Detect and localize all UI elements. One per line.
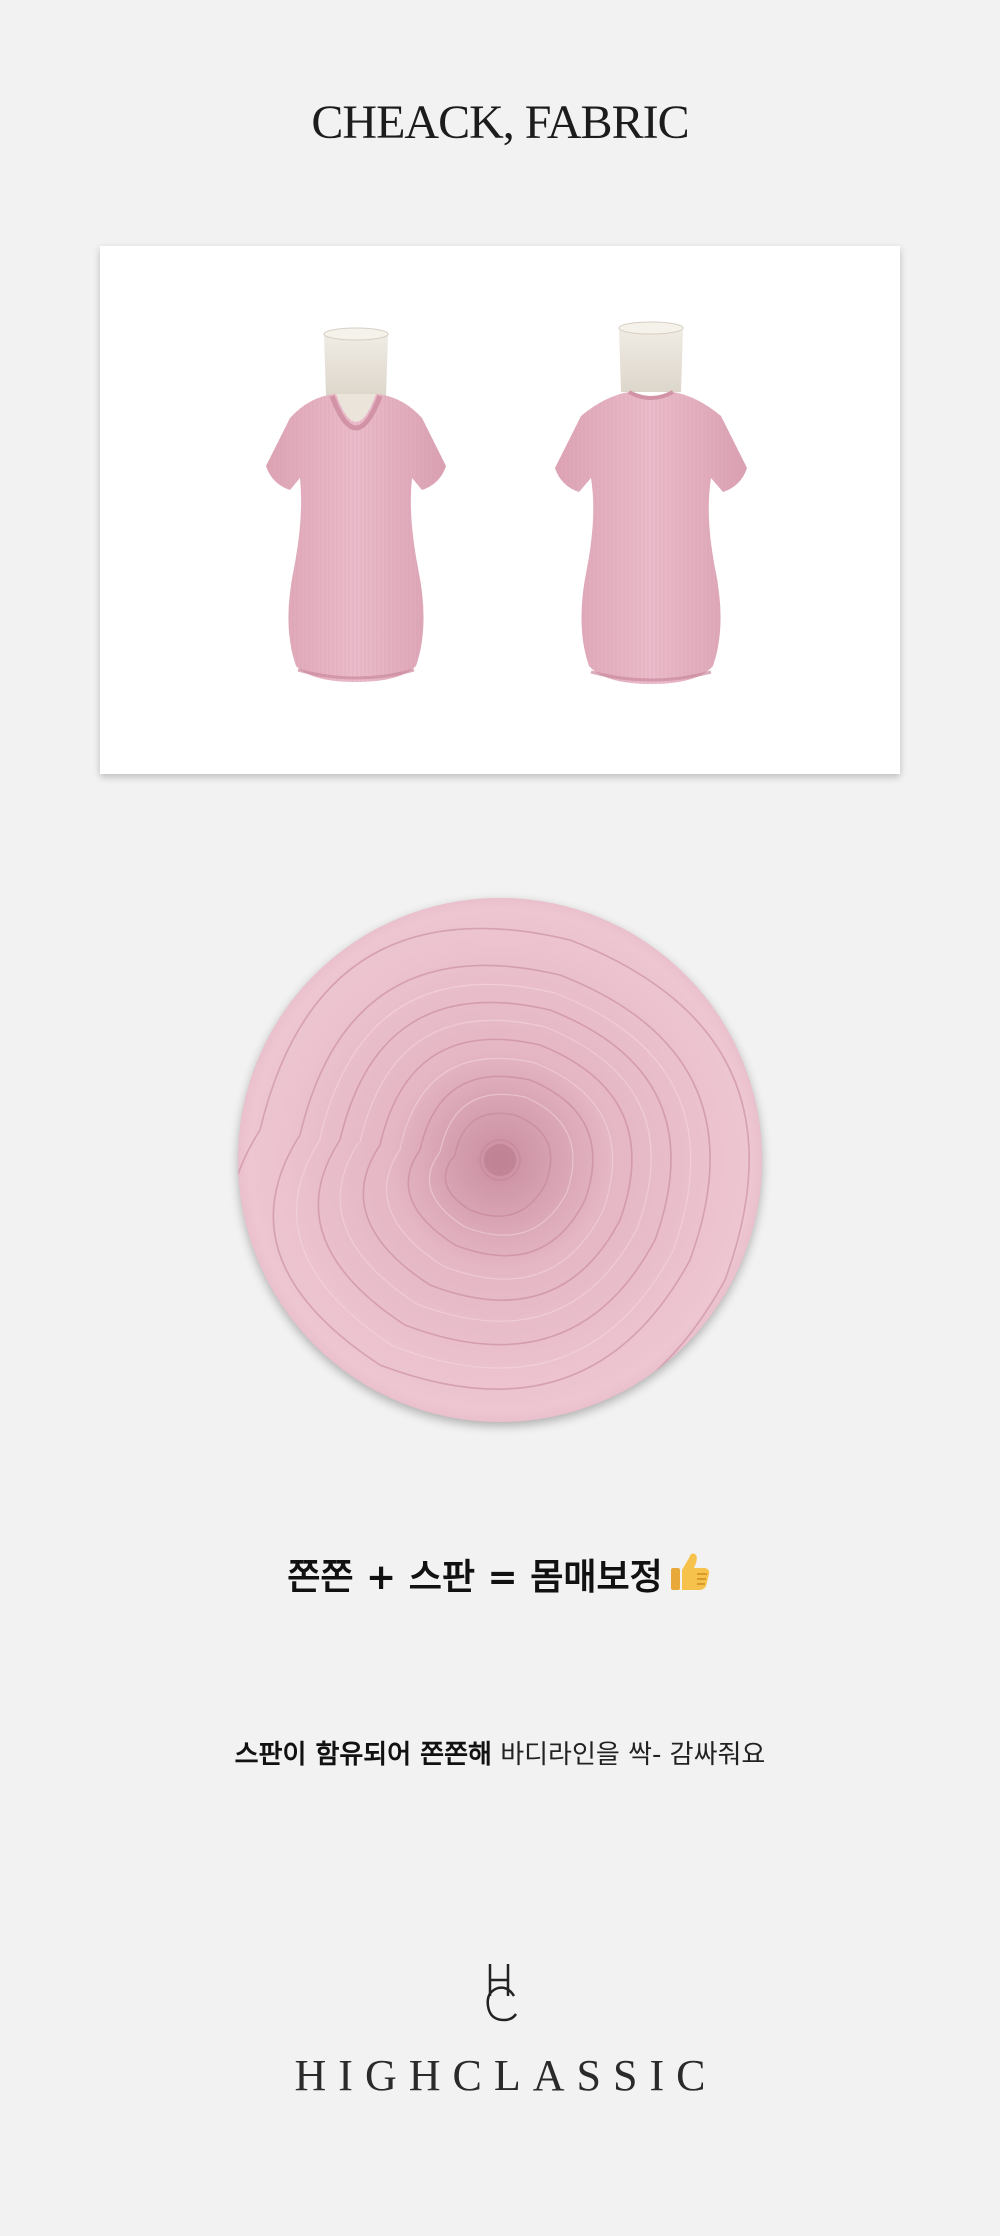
thumbs-up-icon — [667, 1548, 713, 1603]
description-rest: 바디라인을 싹- 감싸줘요 — [491, 1740, 766, 1770]
description-strong: 스판이 함유되어 쫀쫀해 — [234, 1740, 492, 1770]
headline: 쫀쫀 + 스판 = 몸매보정 — [0, 1548, 1000, 1603]
hc-monogram-logo — [468, 1960, 532, 2024]
back-view — [555, 321, 747, 684]
description-text: 스판이 함유되어 쫀쫀해 바디라인을 싹- 감싸줘요 — [0, 1734, 1000, 1771]
headline-text: 쫀쫀 + 스판 = 몸매보정 — [287, 1557, 663, 1598]
section-title: CHEACK, FABRIC — [311, 96, 689, 149]
fabric-swirl-icon — [238, 898, 762, 1422]
product-image-card — [100, 246, 900, 774]
product-views — [266, 321, 747, 684]
brand-name: HIGHCLASSIC — [294, 2051, 718, 2100]
fabric-closeup — [238, 898, 762, 1422]
front-view — [266, 327, 446, 682]
